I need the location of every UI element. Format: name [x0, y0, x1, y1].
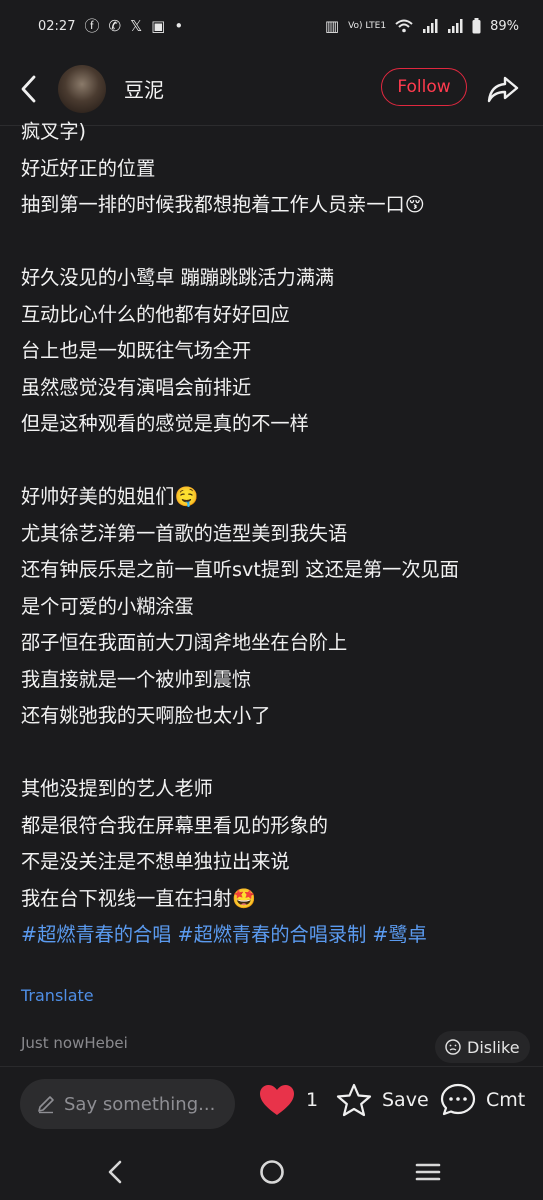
status-bar: 02:27 ⓕ ✆ 𝕏 ▣ • ▥ Vo) LTE1 89% — [0, 0, 543, 52]
post-line — [21, 735, 526, 772]
comment-label: Cmt — [486, 1089, 526, 1111]
comment-input[interactable]: Say something... — [20, 1079, 235, 1129]
author-name[interactable]: 豆泥 — [124, 74, 164, 103]
post-body: 疯叉字) 好近好正的位置 抽到第一排的时候我都想抱着工作人员亲一口😚 好久没见的… — [21, 114, 526, 954]
hashtag-row: #超燃青春的合唱 #超燃青春的合唱录制 #鹭卓 — [21, 917, 526, 954]
post-line: 都是很符合我在屏幕里看见的形象的 — [21, 813, 328, 837]
post-line: 我直接就是一个被帅到震惊 — [21, 667, 252, 691]
vibrate-icon: ▥ — [324, 16, 340, 35]
star-icon — [336, 1083, 372, 1117]
share-icon[interactable] — [486, 72, 520, 106]
post-line: 其他没提到的艺人老师 — [21, 777, 213, 800]
post-line: 邵子恒在我面前大刀阔斧地坐在台阶上 — [21, 631, 348, 654]
x-icon: 𝕏 — [130, 16, 143, 35]
hashtag-link[interactable]: #超燃青春的合唱 — [21, 923, 171, 946]
bottom-action-bar: Say something... 1 Save Cmt — [0, 1066, 543, 1146]
post-line: 互动比心什么的他都有好好回应 — [21, 302, 290, 326]
post-line: 还有姚弛我的天啊脸也太小了 — [21, 704, 271, 727]
battery-icon — [472, 18, 481, 34]
comment-button[interactable]: Cmt — [440, 1083, 525, 1117]
hashtag-link[interactable]: #超燃青春的合唱录制 — [178, 923, 367, 946]
save-label: Save — [382, 1089, 429, 1111]
post-line: 还有钟辰乐是之前一直听svt提到 这还是第一次见面 — [21, 558, 459, 581]
post-meta: Just nowHebei — [21, 1034, 128, 1052]
post-line: 台上也是一如既往气场全开 — [21, 339, 252, 362]
dislike-label: Dislike — [467, 1037, 520, 1057]
app-notification-icon: ▣ — [151, 16, 166, 35]
follow-button[interactable]: Follow — [381, 68, 467, 106]
post-line: 疯叉字) — [21, 120, 87, 143]
post-line: 好近好正的位置 — [21, 156, 156, 180]
whatsapp-icon: ✆ — [108, 16, 122, 35]
heart-icon — [260, 1085, 294, 1115]
post-line: 但是这种观看的感觉是真的不一样 — [21, 412, 309, 435]
post-line — [21, 443, 526, 480]
post-line — [21, 224, 526, 261]
post-line: 不是没关注是不想单独拉出来说 — [21, 850, 290, 873]
comment-bubble-icon — [440, 1083, 476, 1116]
back-arrow-icon[interactable] — [18, 74, 40, 104]
signal-2-icon — [448, 19, 463, 33]
sad-face-icon — [445, 1039, 461, 1055]
post-line: 好帅好美的姐姐们🤤 — [21, 485, 199, 508]
system-nav-bar — [0, 1146, 543, 1200]
hashtag-link[interactable]: #鹭卓 — [372, 923, 426, 946]
status-left: 02:27 ⓕ ✆ 𝕏 ▣ • — [38, 16, 184, 35]
dislike-button[interactable]: Dislike — [435, 1031, 530, 1063]
status-right: ▥ Vo) LTE1 89% — [325, 18, 519, 34]
author-avatar[interactable] — [58, 65, 106, 113]
post-line: 我在台下视线一直在扫射🤩 — [21, 886, 256, 910]
post-line: 是个可爱的小糊涂蛋 — [21, 594, 194, 618]
post-line: 虽然感觉没有演唱会前排近 — [21, 375, 252, 399]
signal-icon — [423, 19, 438, 33]
more-notifications-dot-icon: • — [174, 16, 184, 35]
post-line: 好久没见的小鹭卓 蹦蹦跳跳活力满满 — [21, 266, 335, 289]
nav-recents-icon[interactable] — [414, 1158, 442, 1186]
volte-indicator: Vo) LTE1 — [348, 21, 387, 31]
nav-back-icon[interactable] — [104, 1158, 126, 1186]
wifi-icon — [395, 19, 413, 33]
comment-placeholder: Say something... — [64, 1093, 216, 1115]
battery-percent: 89% — [490, 18, 519, 34]
save-button[interactable]: Save — [336, 1083, 429, 1117]
nav-home-icon[interactable] — [258, 1158, 286, 1186]
status-time: 02:27 — [38, 18, 76, 34]
facebook-icon: ⓕ — [84, 16, 100, 35]
post-line: 尤其徐艺洋第一首歌的造型美到我失语 — [21, 521, 348, 545]
post-line: 抽到第一排的时候我都想抱着工作人员亲一口😚 — [21, 193, 425, 216]
like-button[interactable]: 1 — [258, 1083, 318, 1117]
translate-link[interactable]: Translate — [21, 986, 94, 1005]
pencil-icon — [38, 1096, 54, 1114]
like-count: 1 — [306, 1089, 319, 1111]
